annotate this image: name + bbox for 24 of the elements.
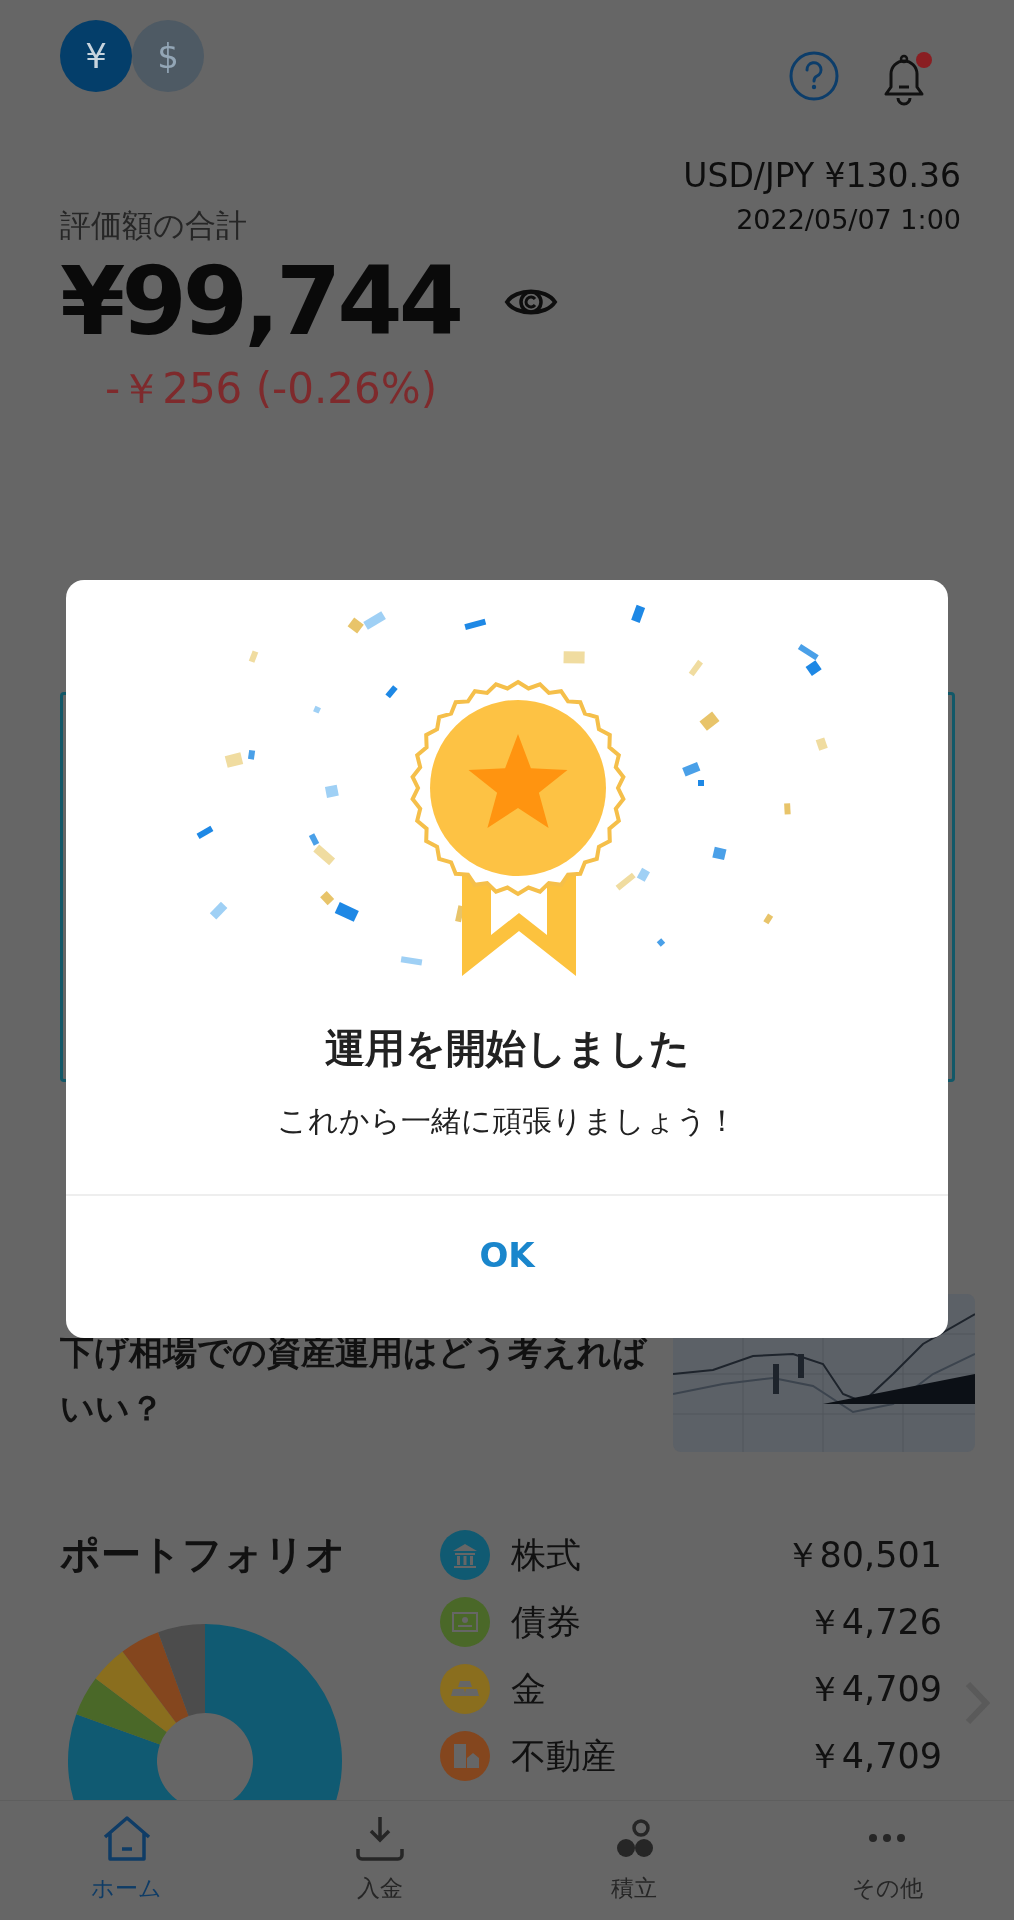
asset-name: 債券 <box>511 1600 582 1644</box>
change-amount: -￥256 (-0.26%) <box>105 363 439 415</box>
nav-tab[interactable]: ホーム <box>0 1801 254 1920</box>
dialog-message: これから一緒に頑張りましょう！ <box>276 1102 738 1140</box>
asset-value: ￥80,501 <box>784 1533 942 1577</box>
total-amount: ¥99,744 <box>60 246 461 358</box>
nav-tab[interactable]: その他 <box>760 1801 1014 1920</box>
currency-toggle[interactable]: $ <box>132 20 204 92</box>
asset-name: 株式 <box>511 1533 582 1577</box>
asset-value: ￥4,726 <box>806 1600 942 1644</box>
help-icon[interactable] <box>788 50 840 102</box>
currency-toggle[interactable]: ¥ <box>60 20 132 92</box>
dialog-title: 運用を開始しました <box>323 1024 691 1073</box>
asset-value: ￥4,709 <box>806 1667 942 1711</box>
asset-name: 不動産 <box>511 1734 617 1778</box>
nav-tab[interactable]: 入金 <box>253 1801 507 1920</box>
exchange-rate: USD/JPY ¥130.36 <box>683 155 961 197</box>
rate-timestamp: 2022/05/07 1:00 <box>735 203 961 237</box>
portfolio-title: ポートフォリオ <box>60 1530 347 1578</box>
nav-tab[interactable]: 積立 <box>507 1801 761 1920</box>
total-label: 評価額の合計 <box>60 206 247 245</box>
more-icon <box>869 1834 906 1842</box>
asset-value: ￥4,709 <box>806 1734 942 1778</box>
asset-name: 金 <box>511 1667 547 1711</box>
